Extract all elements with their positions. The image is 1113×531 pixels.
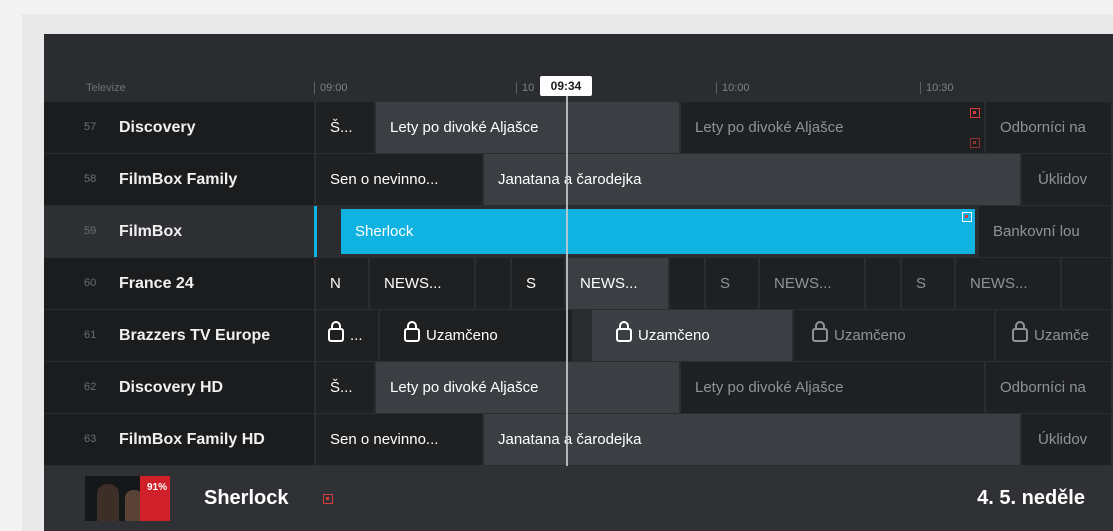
record-icon — [962, 212, 972, 222]
record-series-icon — [970, 138, 980, 148]
program-cell[interactable]: Sen o nevinno... — [316, 414, 484, 465]
rating-badge: 91% — [140, 476, 170, 521]
lock-icon — [328, 321, 344, 342]
record-icon — [323, 494, 333, 504]
program-cell[interactable]: Odborníci na — [986, 362, 1113, 413]
program-cell[interactable]: NEWS... — [956, 258, 1062, 309]
channel-number: 58 — [84, 173, 97, 185]
program-title: Uzamčeno — [834, 327, 906, 344]
program-date: 4. 5. neděle — [977, 487, 1085, 509]
channel-cell[interactable]: 57 Discovery — [44, 102, 314, 153]
program-title: Sherlock — [204, 487, 289, 509]
program-gap — [476, 258, 512, 309]
program-cell-locked[interactable]: ... — [316, 310, 380, 361]
program-cell-locked[interactable]: Uzamčeno — [380, 310, 574, 361]
program-cell[interactable]: S — [512, 258, 566, 309]
channel-cell[interactable]: 58 FilmBox Family — [44, 154, 314, 205]
time-tick-partial: 10 — [516, 82, 534, 94]
thumbnail-figure — [97, 484, 119, 521]
program-gap — [1062, 258, 1113, 309]
channel-row[interactable]: 62 Discovery HD Š... Lety po divoké Alja… — [44, 362, 1113, 413]
program-cell[interactable]: Š... — [316, 362, 376, 413]
epg-screen: Televize 09:00 10 10:00 10:30 09:34 57 D… — [44, 34, 1113, 531]
channel-row[interactable]: 58 FilmBox Family Sen o nevinno... Janat… — [44, 154, 1113, 205]
program-cell-locked[interactable]: Uzamče — [996, 310, 1113, 361]
channel-number: 62 — [84, 381, 97, 393]
channel-name: FilmBox Family — [119, 171, 238, 188]
channel-number: 63 — [84, 433, 97, 445]
program-cell[interactable]: Lety po divoké Aljašce — [681, 362, 986, 413]
program-cell[interactable]: Sen o nevinno... — [316, 154, 484, 205]
channel-cell[interactable]: 59 FilmBox — [44, 206, 314, 257]
current-time-badge: 09:34 — [540, 76, 592, 96]
program-cell[interactable]: Bankovní lou — [979, 206, 1113, 257]
channel-number: 61 — [84, 329, 97, 341]
channel-row-selected[interactable]: 59 FilmBox Sherlock Bankovní lou — [44, 206, 1113, 257]
channel-name: FilmBox Family HD — [119, 431, 265, 448]
program-cell[interactable]: Janatana a čarodejka — [484, 414, 1022, 465]
channel-name: France 24 — [119, 275, 194, 292]
program-cell[interactable]: NEWS... — [566, 258, 670, 309]
time-tick-0900: 09:00 — [314, 82, 348, 94]
rating-value: 91% — [146, 482, 167, 493]
channel-cell[interactable]: 60 France 24 — [44, 258, 314, 309]
channel-cell[interactable]: 61 Brazzers TV Europe — [44, 310, 314, 361]
channel-name: Brazzers TV Europe — [119, 327, 271, 344]
channel-number: 59 — [84, 225, 97, 237]
program-cell[interactable]: NEWS... — [370, 258, 476, 309]
channel-row[interactable]: 61 Brazzers TV Europe ... Uzamčeno Uzamč… — [44, 310, 1113, 361]
program-detail-bar: 91% Sherlock 4. 5. neděle — [44, 466, 1113, 531]
lock-icon — [812, 321, 828, 342]
program-cell[interactable]: Lety po divoké Aljašce — [376, 362, 681, 413]
program-title: Uzamčeno — [426, 327, 498, 344]
program-title: Uzamčeno — [638, 327, 710, 344]
time-tick-1030: 10:30 — [920, 82, 954, 94]
program-cell-locked[interactable]: Uzamčeno — [794, 310, 996, 361]
record-icon — [970, 108, 980, 118]
program-cell[interactable]: Lety po divoké Aljašce — [681, 102, 986, 153]
lock-icon — [1012, 321, 1028, 342]
channel-cell[interactable]: 62 Discovery HD — [44, 362, 314, 413]
program-gap — [866, 258, 902, 309]
channel-row[interactable]: 63 FilmBox Family HD Sen o nevinno... Ja… — [44, 414, 1113, 465]
timeline-header: Televize 09:00 10 10:00 10:30 09:34 — [44, 34, 1113, 102]
channel-name: FilmBox — [119, 223, 183, 240]
timeline-label: Televize — [86, 82, 126, 94]
program-cell[interactable]: S — [706, 258, 760, 309]
program-cell[interactable]: N — [316, 258, 370, 309]
program-gap — [317, 206, 341, 257]
channel-row[interactable]: 60 France 24 N NEWS... S NEWS... S NEWS.… — [44, 258, 1113, 309]
program-cell[interactable]: Úklidov — [1022, 414, 1113, 465]
program-cell[interactable]: S — [902, 258, 956, 309]
channel-row[interactable]: 57 Discovery Š... Lety po divoké Aljašce… — [44, 102, 1113, 153]
channel-number: 60 — [84, 277, 97, 289]
current-time-line — [566, 96, 568, 466]
lock-icon — [404, 321, 420, 342]
program-cell[interactable]: Š... — [316, 102, 376, 153]
program-gap — [670, 258, 706, 309]
channel-number: 57 — [84, 121, 97, 133]
program-cell[interactable]: Úklidov — [1022, 154, 1113, 205]
program-cell[interactable]: Lety po divoké Aljašce — [376, 102, 681, 153]
channel-name: Discovery — [119, 119, 196, 136]
program-cell-locked[interactable]: Uzamčeno — [592, 310, 794, 361]
lock-icon — [616, 321, 632, 342]
channel-cell[interactable]: 63 FilmBox Family HD — [44, 414, 314, 465]
program-title: ... — [350, 327, 363, 344]
program-title: Uzamče — [1034, 327, 1090, 344]
program-cell[interactable]: Odborníci na — [986, 102, 1113, 153]
channel-name: Discovery HD — [119, 379, 224, 396]
time-tick-1000: 10:00 — [716, 82, 750, 94]
program-cell[interactable]: NEWS... — [760, 258, 866, 309]
program-thumbnail: 91% — [85, 476, 170, 521]
program-cell[interactable]: Janatana a čarodejka — [484, 154, 1022, 205]
program-cell-selected[interactable]: Sherlock — [341, 209, 977, 254]
